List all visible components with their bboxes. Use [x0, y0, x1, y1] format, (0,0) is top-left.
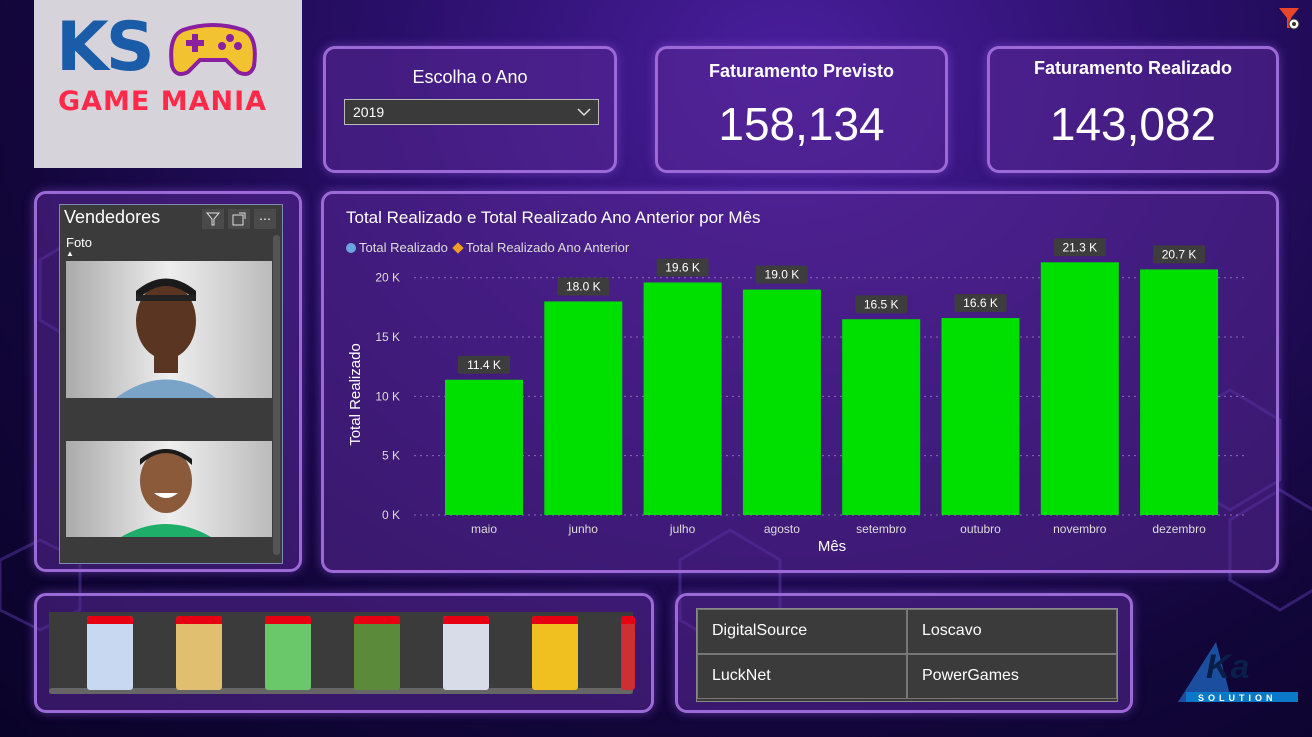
- kpi-previsto-value: 158,134: [718, 98, 885, 150]
- year-filter-title: Escolha o Ano: [412, 67, 528, 87]
- data-label: 16.6 K: [963, 296, 998, 310]
- vendedores-visual: Vendedores ⋯ Foto ▲: [59, 204, 283, 564]
- distribuidores-card: DigitalSource Loscavo LuckNet PowerGames: [675, 593, 1133, 713]
- year-dropdown[interactable]: 2019: [344, 99, 599, 125]
- switch-banner: [354, 616, 400, 624]
- seller-photo: [66, 441, 272, 537]
- kpi-realizado-value: 143,082: [1049, 98, 1217, 150]
- column-header-label: Foto: [66, 235, 93, 250]
- kpi-realizado-title: Faturamento Realizado: [1033, 58, 1233, 78]
- y-tick-label: 10 K: [375, 389, 400, 403]
- bar: [1140, 269, 1219, 515]
- year-filter-card: Escolha o Ano 2019: [323, 46, 617, 173]
- vertical-scrollbar[interactable]: [273, 235, 280, 555]
- logo-ks-text: KS: [56, 8, 155, 87]
- kpi-card-previsto: Faturamento Previsto 158,134: [655, 46, 948, 173]
- game-cover[interactable]: [354, 616, 400, 690]
- y-tick-label: 15 K: [375, 330, 400, 344]
- more-options-icon[interactable]: ⋯: [254, 209, 276, 229]
- game-cover[interactable]: [87, 616, 133, 690]
- switch-banner: [532, 616, 578, 624]
- kpi-previsto-title: Faturamento Previsto: [708, 61, 895, 81]
- x-tick-label: setembro: [856, 522, 906, 536]
- table-cell[interactable]: LuckNet: [697, 654, 907, 699]
- bar: [445, 379, 523, 515]
- games-card: [34, 593, 654, 713]
- data-label: 21.3 K: [1062, 240, 1097, 254]
- brand-logo: KS GAME MANIA: [34, 0, 302, 168]
- y-tick-label: 20 K: [375, 271, 400, 285]
- y-tick-label: 0 K: [382, 508, 400, 522]
- gamepad-icon: [169, 23, 257, 76]
- data-label: 19.6 K: [665, 260, 700, 274]
- bar: [742, 289, 821, 515]
- ka-logo-sub: SOLUTION: [1198, 693, 1277, 703]
- vendedores-card: Vendedores ⋯ Foto ▲: [34, 191, 302, 572]
- focus-mode-icon[interactable]: [228, 209, 250, 229]
- kpi-card-realizado: Faturamento Realizado 143,082: [987, 46, 1279, 173]
- x-tick-label: dezembro: [1152, 522, 1206, 536]
- x-tick-label: novembro: [1053, 522, 1107, 536]
- x-tick-label: maio: [471, 522, 497, 536]
- visual-header-icons: ⋯: [202, 209, 276, 229]
- year-dropdown-value: 2019: [353, 104, 385, 120]
- game-cover[interactable]: [621, 616, 635, 690]
- table-cell[interactable]: PowerGames: [907, 654, 1117, 699]
- switch-banner: [176, 616, 222, 624]
- sort-up-icon: ▲: [66, 249, 74, 258]
- x-axis-label: Mês: [818, 538, 846, 554]
- data-label: 16.5 K: [864, 297, 899, 311]
- switch-banner: [443, 616, 489, 624]
- logo-game-mania-text: GAME MANIA: [58, 86, 268, 117]
- chevron-down-icon: [577, 108, 591, 117]
- data-label: 18.0 K: [566, 279, 601, 293]
- game-cover[interactable]: [443, 616, 489, 690]
- data-label: 20.7 K: [1162, 247, 1197, 261]
- seller-photo: [66, 261, 272, 398]
- bar: [1040, 262, 1119, 515]
- ka-solution-logo: Ka SOLUTION: [1178, 640, 1300, 710]
- vendedores-title: Vendedores: [64, 207, 161, 227]
- bar: [544, 301, 623, 515]
- ka-logo-text: Ka: [1206, 648, 1249, 686]
- game-cover[interactable]: [532, 616, 578, 690]
- data-label: 11.4 K: [467, 358, 501, 372]
- data-label: 19.0 K: [765, 268, 800, 282]
- games-strip: [49, 612, 635, 694]
- column-header-foto[interactable]: Foto ▲: [66, 235, 92, 258]
- switch-banner: [621, 616, 635, 624]
- table-cell[interactable]: Loscavo: [907, 609, 1117, 654]
- table-cell[interactable]: DigitalSource: [697, 609, 907, 654]
- switch-banner: [265, 616, 311, 624]
- x-tick-label: junho: [568, 522, 599, 536]
- chart-card: Total Realizado e Total Realizado Ano An…: [321, 191, 1279, 573]
- filter-icon[interactable]: [202, 209, 224, 229]
- filter-icon[interactable]: [1278, 6, 1300, 32]
- y-axis-label: Total Realizado: [347, 343, 364, 446]
- game-cover[interactable]: [176, 616, 222, 690]
- switch-banner: [87, 616, 133, 624]
- distribuidores-table: DigitalSource Loscavo LuckNet PowerGames: [696, 608, 1118, 702]
- bar-chart: 0 K 5 K 10 K 15 K 20 K Total Realizado 11.4 K m…: [347, 238, 1244, 554]
- x-tick-label: julho: [669, 522, 696, 536]
- bar: [842, 319, 921, 515]
- bar: [941, 318, 1020, 515]
- x-tick-label: agosto: [764, 522, 800, 536]
- game-cover[interactable]: [265, 616, 311, 690]
- x-tick-label: outubro: [960, 522, 1001, 536]
- y-tick-label: 5 K: [382, 449, 400, 463]
- bar: [643, 282, 722, 515]
